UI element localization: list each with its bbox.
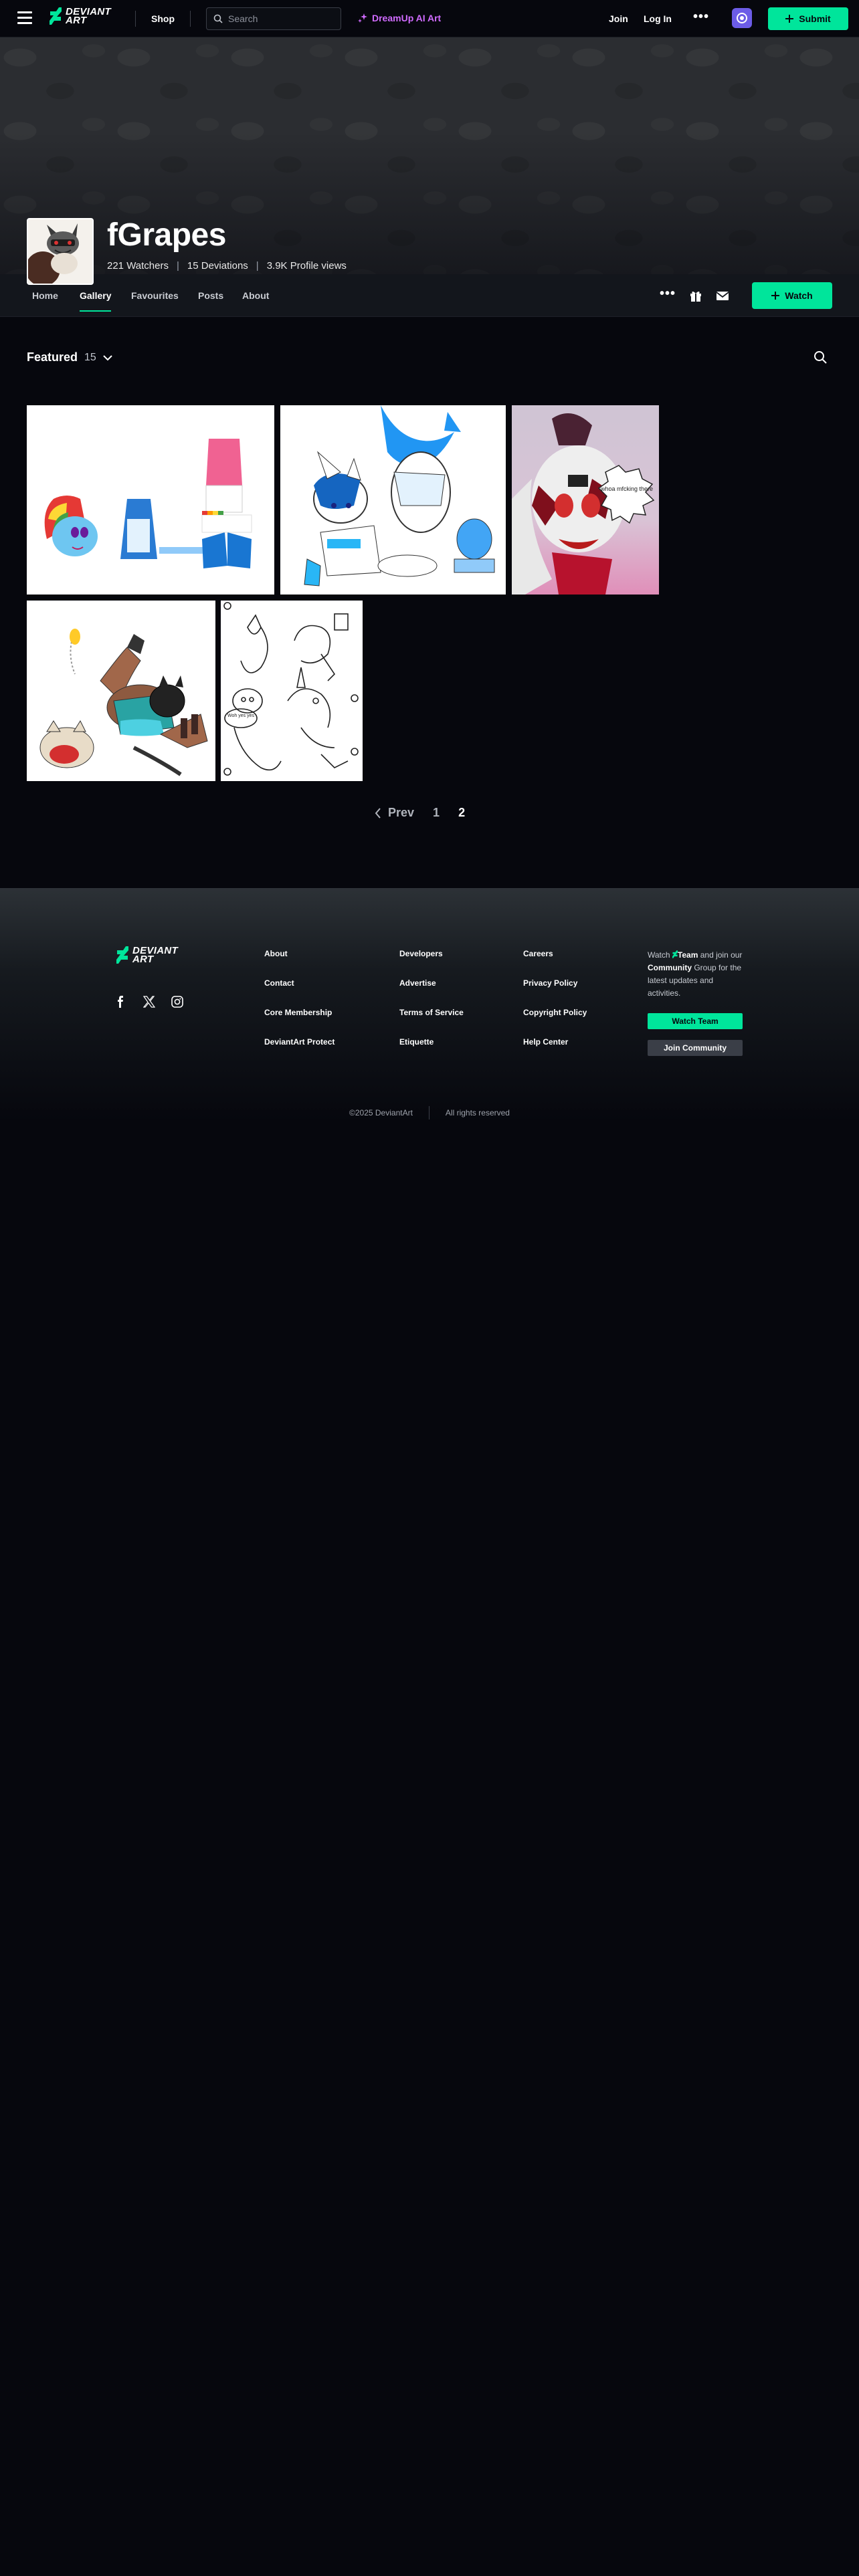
core-membership-icon[interactable] (732, 8, 752, 28)
top-navigation: DEVIANT ART Shop DreamUp AI Art Join Log… (0, 0, 859, 37)
footer-link-etiquette[interactable]: Etiquette (399, 1037, 464, 1067)
footer-link-developers[interactable]: Developers (399, 949, 464, 978)
footer-link-careers[interactable]: Careers (523, 949, 587, 978)
gallery-search-icon[interactable] (814, 350, 827, 364)
footer-link-help-center[interactable]: Help Center (523, 1037, 587, 1067)
profile-avatar[interactable] (27, 218, 94, 285)
deviation-artwork (27, 601, 215, 781)
more-options-icon[interactable]: ••• (660, 286, 676, 302)
folder-count: 15 (84, 351, 96, 363)
deviantart-mini-icon (672, 950, 678, 958)
footer-link-core-membership[interactable]: Core Membership (264, 1008, 335, 1037)
deviation-artwork (280, 405, 506, 595)
search-input[interactable] (228, 13, 335, 24)
dreamup-link[interactable]: DreamUp AI Art (357, 13, 441, 23)
dreamup-label: DreamUp AI Art (372, 13, 442, 23)
login-link[interactable]: Log In (644, 13, 672, 24)
footer-link-terms[interactable]: Terms of Service (399, 1008, 464, 1037)
footer-column-3: Careers Privacy Policy Copyright Policy … (523, 949, 587, 1067)
blurb-team: Team (677, 950, 698, 960)
nav-divider (135, 11, 136, 27)
watch-label: Watch (785, 290, 813, 301)
mail-icon[interactable] (716, 289, 729, 302)
plus-icon (771, 292, 780, 300)
footer-logo[interactable]: DEVIANT ART (116, 946, 178, 964)
blurb-text: Watch (648, 950, 670, 960)
gallery-thumbnail[interactable]: Woh yes yes (221, 601, 363, 781)
blurb-text: and join our (700, 950, 743, 960)
watch-button[interactable]: Watch (752, 282, 832, 309)
watch-team-button[interactable]: Watch Team (648, 1013, 743, 1029)
deviantart-logo-icon (116, 946, 128, 964)
x-twitter-icon[interactable] (143, 996, 155, 1008)
rights-text: All rights reserved (445, 1108, 510, 1117)
profile-name: fGrapes (107, 217, 226, 253)
footer-link-about[interactable]: About (264, 949, 335, 978)
deviantart-logo-icon (50, 7, 62, 25)
deviation-artwork (27, 405, 274, 595)
menu-icon[interactable] (17, 11, 32, 25)
stats-divider: | (256, 260, 259, 272)
plus-icon (785, 15, 794, 23)
tab-posts[interactable]: Posts (198, 290, 223, 301)
tab-about[interactable]: About (242, 290, 269, 301)
deviantart-logo[interactable]: DEVIANT ART (50, 7, 111, 25)
instagram-icon[interactable] (171, 996, 183, 1008)
footer-column-2: Developers Advertise Terms of Service Et… (399, 949, 464, 1067)
pagination: Prev 1 2 (375, 806, 465, 820)
sparkle-icon (358, 13, 367, 23)
folder-title: Featured (27, 350, 78, 364)
page-number-2[interactable]: 2 (458, 806, 465, 820)
search-icon (213, 14, 223, 23)
submit-label: Submit (799, 13, 831, 24)
join-link[interactable]: Join (609, 13, 628, 24)
join-community-button[interactable]: Join Community (648, 1040, 743, 1056)
nav-divider (190, 11, 191, 27)
footer-link-copyright-policy[interactable]: Copyright Policy (523, 1008, 587, 1037)
profile-banner: fGrapes 221 Watchers | 15 Deviations | 3… (0, 37, 859, 285)
profile-tabs: Home Gallery Favourites Posts About ••• … (0, 274, 859, 317)
sketch-speech-text: Woh yes yes (227, 714, 254, 718)
speech-bubble-text: whoa mfcking there (600, 486, 653, 492)
tab-home[interactable]: Home (32, 290, 58, 301)
deviation-artwork: Woh yes yes (221, 601, 363, 781)
prev-page-button[interactable]: Prev (375, 806, 414, 820)
chevron-down-icon (103, 354, 112, 360)
more-options-icon[interactable]: ••• (693, 9, 709, 25)
watch-team-blurb: Watch Team and join our Community Group … (648, 949, 743, 1000)
gallery-folder-selector[interactable]: Featured 15 (27, 350, 112, 364)
facebook-icon[interactable] (115, 996, 126, 1008)
prev-label: Prev (388, 806, 415, 819)
profile-views-count: 3.9K Profile views (266, 260, 347, 272)
copyright-text: ©2025 DeviantArt (349, 1108, 413, 1117)
deviations-count[interactable]: 15 Deviations (187, 260, 248, 272)
deviation-artwork: whoa mfcking there (512, 405, 659, 595)
avatar-illustration (28, 219, 92, 284)
gallery-thumbnail[interactable] (280, 405, 506, 595)
site-footer: DEVIANT ART About Contact Core Membershi… (0, 888, 859, 1122)
profile-stats: 221 Watchers | 15 Deviations | 3.9K Prof… (107, 260, 347, 272)
shop-link[interactable]: Shop (151, 13, 175, 24)
gallery-thumbnail[interactable] (27, 601, 215, 781)
gift-icon[interactable] (689, 289, 702, 302)
chevron-left-icon (375, 807, 381, 819)
gallery-thumbnail[interactable]: whoa mfcking there (512, 405, 659, 595)
gallery-thumbnail[interactable] (27, 405, 274, 595)
footer-link-contact[interactable]: Contact (264, 978, 335, 1008)
copyright-bar: ©2025 DeviantArt All rights reserved (0, 1106, 859, 1119)
blurb-community: Community (648, 963, 692, 972)
watchers-count[interactable]: 221 Watchers (107, 260, 169, 272)
search-box[interactable] (206, 7, 341, 30)
page-number-1[interactable]: 1 (433, 806, 440, 820)
submit-button[interactable]: Submit (768, 7, 848, 30)
tab-favourites[interactable]: Favourites (131, 290, 179, 301)
tab-gallery[interactable]: Gallery (80, 290, 112, 312)
stats-divider: | (177, 260, 179, 272)
footer-link-deviantart-protect[interactable]: DeviantArt Protect (264, 1037, 335, 1067)
footer-column-1: About Contact Core Membership DeviantArt… (264, 949, 335, 1067)
footer-link-privacy[interactable]: Privacy Policy (523, 978, 587, 1008)
copyright-divider (428, 1106, 430, 1119)
core-badge-icon (737, 13, 747, 23)
footer-link-advertise[interactable]: Advertise (399, 978, 464, 1008)
